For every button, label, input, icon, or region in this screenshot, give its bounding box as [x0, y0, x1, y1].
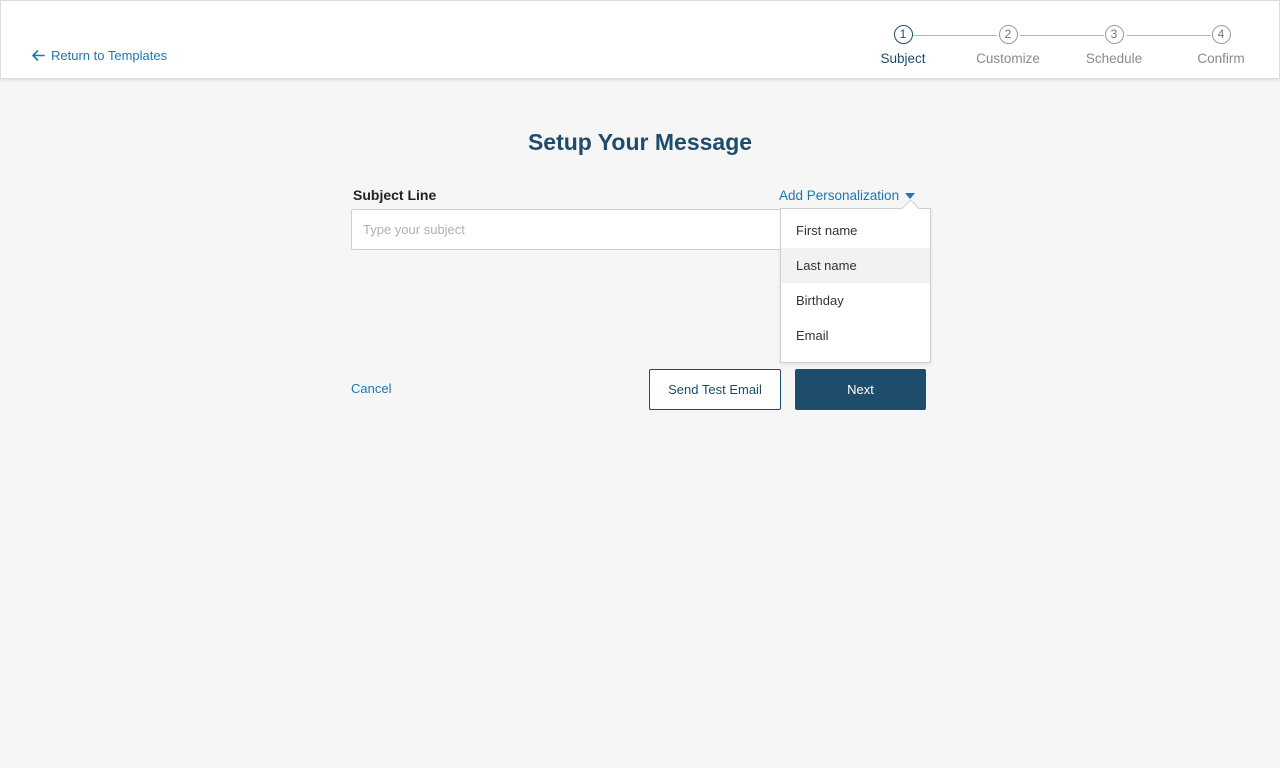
top-bar: Return to Templates 1 Subject 2 Customiz…: [0, 0, 1280, 79]
step-confirm[interactable]: 4 Confirm: [1176, 25, 1266, 66]
personalization-option-birthday[interactable]: Birthday: [781, 283, 930, 318]
step-number: 3: [1104, 25, 1124, 44]
personalization-option-last-name[interactable]: Last name: [781, 248, 930, 283]
step-label: Customize: [976, 51, 1040, 66]
step-label: Subject: [880, 51, 926, 66]
step-number: 1: [893, 25, 913, 44]
add-personalization-dropdown-toggle[interactable]: Add Personalization: [779, 188, 916, 203]
personalization-option-first-name[interactable]: First name: [781, 213, 930, 248]
step-number: 2: [998, 25, 1018, 44]
send-test-email-button[interactable]: Send Test Email: [649, 369, 781, 410]
next-button[interactable]: Next: [795, 369, 926, 410]
subject-line-label: Subject Line: [353, 187, 437, 203]
progress-stepper: 1 Subject 2 Customize 3 Schedule 4 Confi…: [1, 25, 1280, 75]
personalization-option-email[interactable]: Email: [781, 318, 930, 353]
cancel-link[interactable]: Cancel: [351, 381, 391, 396]
step-label: Schedule: [1085, 51, 1143, 66]
step-label: Confirm: [1197, 51, 1245, 66]
add-personalization-label: Add Personalization: [779, 188, 900, 203]
caret-down-icon: [905, 192, 916, 199]
personalization-menu: First name Last name Birthday Email: [780, 199, 931, 363]
subject-line-input[interactable]: [351, 209, 801, 250]
page-title: Setup Your Message: [527, 129, 753, 155]
step-number: 4: [1211, 25, 1231, 44]
step-subject[interactable]: 1 Subject: [858, 25, 948, 66]
step-schedule[interactable]: 3 Schedule: [1069, 25, 1159, 66]
step-customize[interactable]: 2 Customize: [963, 25, 1053, 66]
